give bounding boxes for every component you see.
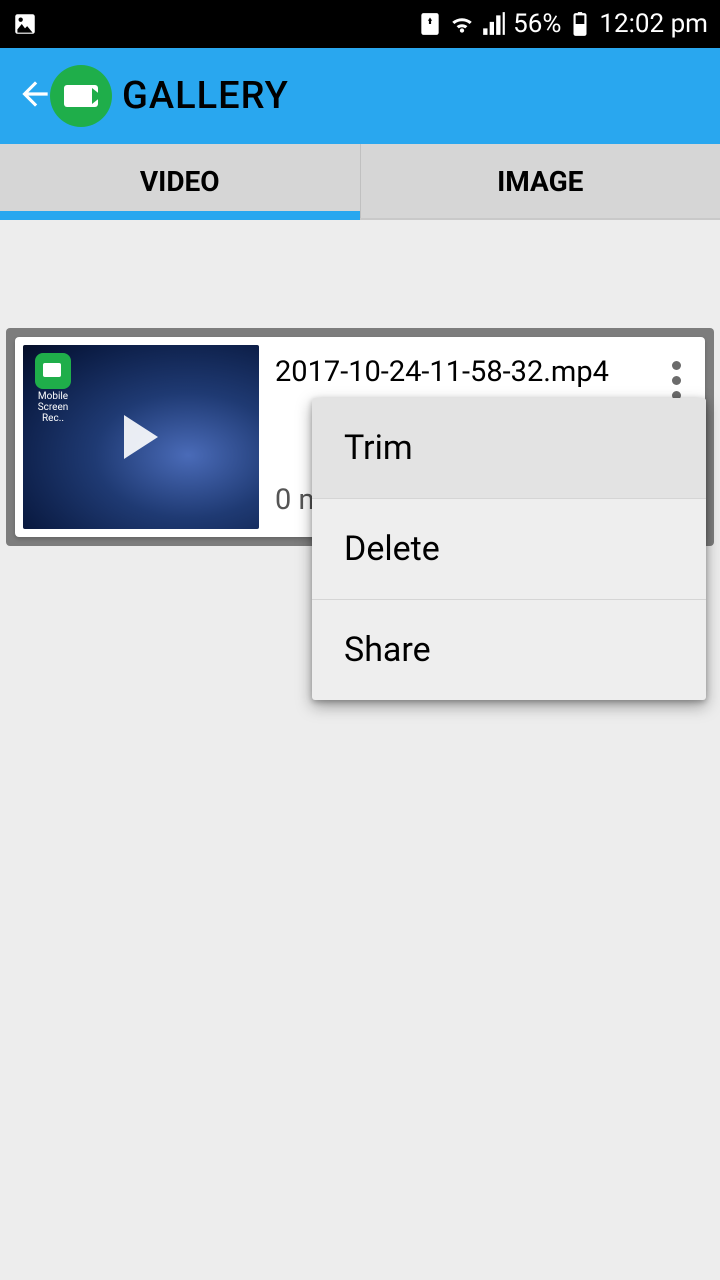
tab-label: IMAGE: [497, 165, 583, 198]
play-icon: [124, 415, 158, 459]
menu-item-label: Delete: [344, 529, 440, 569]
menu-item-delete[interactable]: Delete: [312, 499, 706, 600]
thumbnail-app-icon: [35, 353, 71, 389]
wifi-icon: [449, 11, 475, 37]
more-dot-icon: [672, 376, 681, 385]
menu-item-share[interactable]: Share: [312, 600, 706, 700]
menu-item-trim[interactable]: Trim: [312, 398, 706, 499]
battery-pct: 56%: [513, 9, 561, 39]
picture-notification-icon: [12, 11, 38, 37]
battery-icon: [567, 11, 593, 37]
clock: 12:02 pm: [599, 9, 708, 39]
status-left: [12, 11, 38, 37]
app-logo-icon: [50, 65, 112, 127]
status-bar: 56% 12:02 pm: [0, 0, 720, 48]
menu-item-label: Share: [344, 630, 431, 670]
tab-video[interactable]: VIDEO: [0, 144, 360, 218]
thumbnail-app-label: Mobile Screen Rec..: [31, 391, 75, 424]
video-filename: 2017-10-24-11-58-32.mp4: [275, 355, 697, 389]
context-menu: Trim Delete Share: [312, 398, 706, 700]
tab-label: VIDEO: [140, 165, 220, 198]
status-right: 56% 12:02 pm: [417, 9, 708, 39]
video-thumbnail[interactable]: Mobile Screen Rec..: [23, 345, 259, 529]
recycle-icon: [417, 11, 443, 37]
thumbnail-app-badge: Mobile Screen Rec..: [31, 353, 75, 424]
tab-image[interactable]: IMAGE: [360, 144, 720, 218]
app-bar: GALLERY: [0, 48, 720, 144]
page-title: GALLERY: [122, 74, 289, 118]
menu-item-label: Trim: [344, 428, 413, 468]
more-dot-icon: [672, 361, 681, 370]
back-arrow-icon: [16, 75, 54, 113]
tab-bar: VIDEO IMAGE: [0, 144, 720, 220]
signal-icon: [481, 11, 507, 37]
